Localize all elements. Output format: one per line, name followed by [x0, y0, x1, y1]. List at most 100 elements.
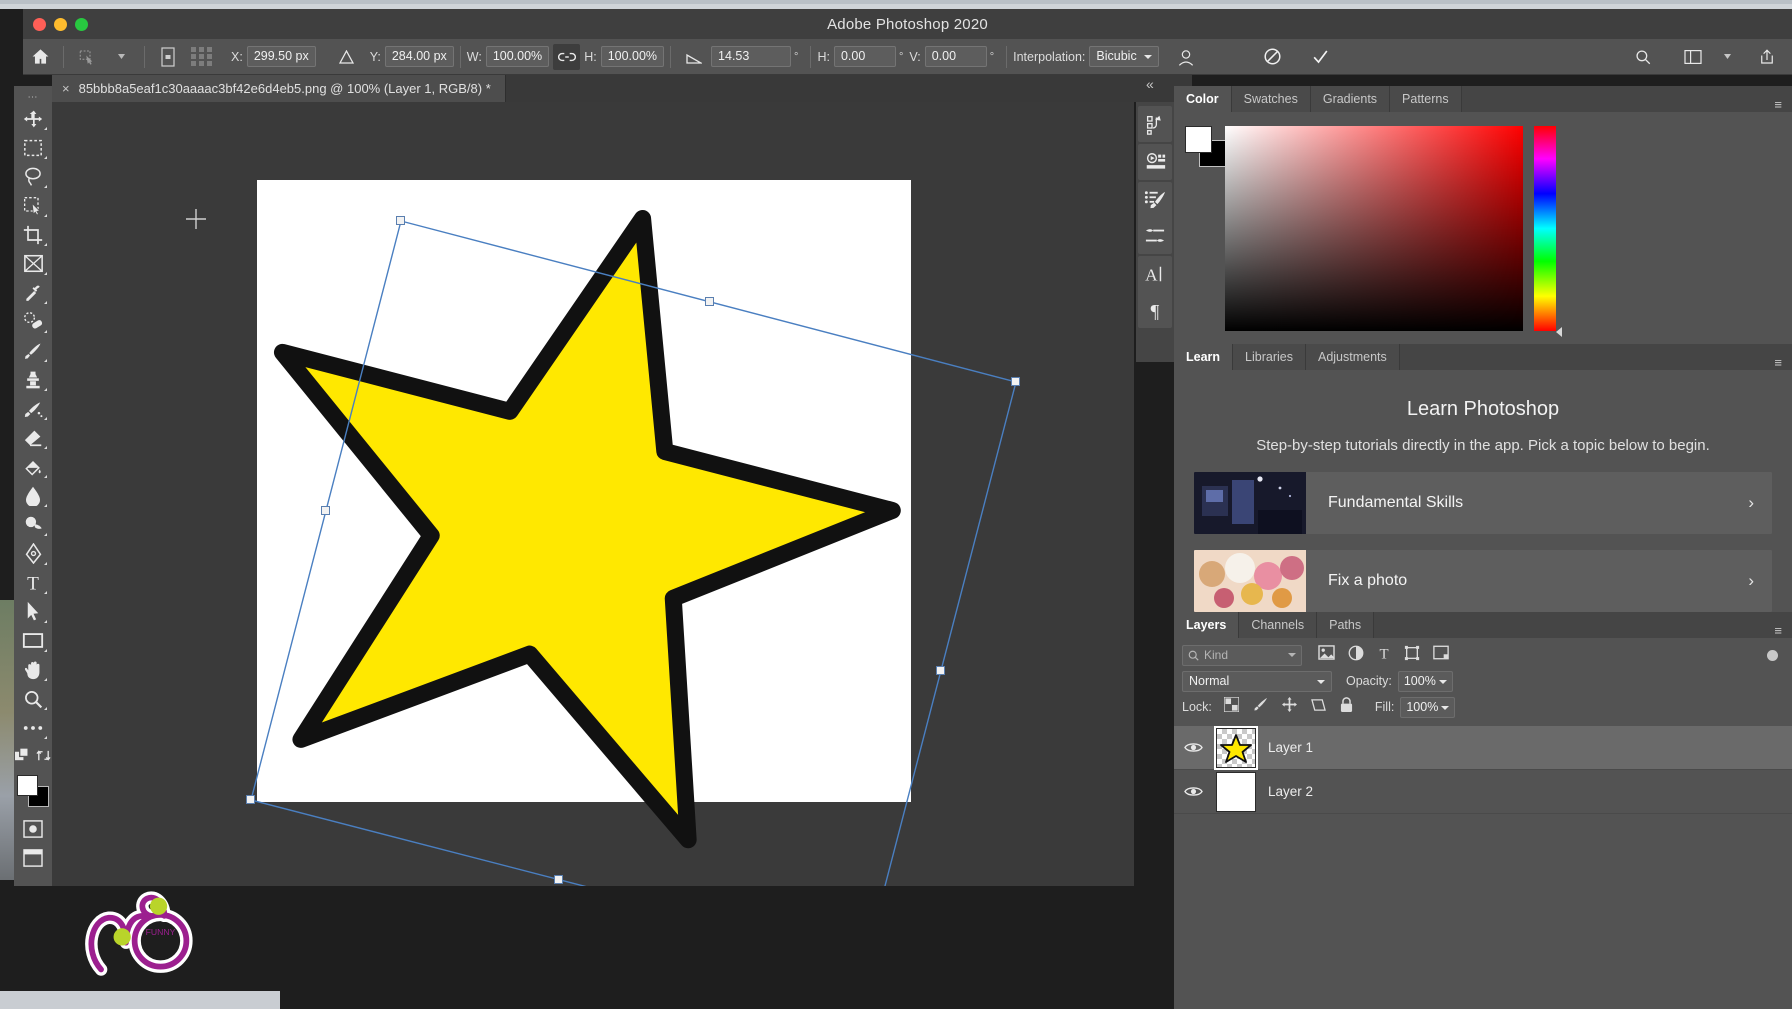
learn-card-fundamental-skills[interactable]: Fundamental Skills › — [1194, 472, 1772, 535]
tab-patterns[interactable]: Patterns — [1390, 86, 1462, 112]
filter-smart-object-icon[interactable] — [1433, 645, 1449, 665]
cancel-transform-icon[interactable] — [1255, 43, 1289, 71]
horizontal-type-tool[interactable]: T — [16, 568, 50, 597]
tab-adjustments[interactable]: Adjustments — [1305, 344, 1400, 370]
layer-name-layer-2[interactable]: Layer 2 — [1268, 784, 1313, 799]
filter-type-icon[interactable]: T — [1377, 645, 1391, 666]
reference-point-grid-icon[interactable] — [185, 43, 219, 71]
rectangle-tool[interactable] — [16, 626, 50, 655]
lock-transparent-pixels-icon[interactable] — [1223, 696, 1240, 717]
rectangular-marquee-tool[interactable] — [16, 133, 50, 162]
foreground-color-swatch[interactable] — [17, 775, 38, 796]
layers-panel-menu-icon[interactable]: ≡ — [1764, 623, 1792, 638]
chevron-right-icon-2[interactable]: › — [1748, 571, 1772, 591]
color-swatches[interactable] — [16, 774, 50, 808]
handle-bottom-center[interactable] — [554, 875, 563, 884]
blend-mode-select[interactable]: Normal — [1182, 670, 1332, 692]
warp-mode-icon[interactable] — [1169, 43, 1203, 71]
move-tool[interactable] — [16, 104, 50, 133]
document-tab[interactable]: × 85bbb8a5eaf1c30aaaac3bf42e6d4eb5.png @… — [52, 75, 506, 102]
tab-learn[interactable]: Learn — [1174, 344, 1234, 370]
quick-mask-icon[interactable] — [16, 814, 50, 843]
tab-color[interactable]: Color — [1174, 86, 1232, 112]
hand-tool[interactable] — [16, 655, 50, 684]
rail-character-icon[interactable]: A — [1138, 256, 1172, 292]
edit-toolbar-tool[interactable] — [16, 713, 50, 742]
layer-row-layer-2[interactable]: Layer 2 — [1174, 770, 1792, 814]
pen-tool[interactable] — [16, 539, 50, 568]
width-input[interactable]: 100.00% — [485, 46, 550, 67]
layer-name-layer-1[interactable]: Layer 1 — [1268, 740, 1313, 755]
dodge-tool[interactable] — [16, 510, 50, 539]
collapse-panels-icon[interactable]: « — [1146, 76, 1154, 92]
canvas-area[interactable] — [52, 102, 1134, 886]
rail-brushes-icon[interactable] — [1138, 218, 1172, 254]
layer-filter-kind-select[interactable]: Kind — [1182, 644, 1302, 666]
frame-tool[interactable] — [16, 249, 50, 278]
rail-paragraph-icon[interactable]: ¶ — [1138, 292, 1172, 328]
arrange-documents-icon[interactable] — [1676, 43, 1710, 71]
layer-filter-enable-toggle[interactable] — [1767, 649, 1778, 661]
tab-gradients[interactable]: Gradients — [1310, 86, 1391, 112]
color-picker-field[interactable] — [1225, 126, 1523, 331]
layer-thumbnail-layer-2[interactable] — [1216, 771, 1256, 812]
screen-mode-icon[interactable] — [16, 843, 50, 872]
handle-top-center[interactable] — [705, 297, 714, 306]
rotation-input[interactable]: 14.53 — [711, 46, 792, 67]
transform-tool-icon[interactable] — [70, 43, 104, 71]
chevron-down-icon[interactable] — [104, 43, 138, 71]
rail-brush-settings-icon[interactable] — [1138, 182, 1172, 218]
lock-image-pixels-icon[interactable] — [1253, 697, 1268, 717]
close-icon[interactable]: × — [62, 81, 70, 96]
search-icon[interactable] — [1626, 43, 1660, 71]
skew-vertical-input[interactable]: 0.00 — [924, 46, 987, 67]
handle-top-left[interactable] — [396, 216, 405, 225]
y-position-input[interactable]: 284.00 px — [384, 46, 454, 67]
link-chain-icon[interactable] — [553, 43, 581, 70]
filter-adjustment-icon[interactable] — [1348, 645, 1364, 666]
chevron-right-icon[interactable]: › — [1748, 493, 1772, 513]
history-brush-tool[interactable] — [16, 394, 50, 423]
tab-libraries[interactable]: Libraries — [1233, 344, 1306, 370]
swap-colors-icon[interactable] — [36, 748, 51, 768]
rail-history-icon[interactable] — [1138, 106, 1172, 142]
chevron-down-icon-2[interactable] — [1710, 43, 1744, 71]
tab-layers[interactable]: Layers — [1174, 612, 1240, 638]
skew-horizontal-input[interactable]: 0.00 — [833, 46, 896, 67]
eraser-tool[interactable] — [16, 423, 50, 452]
height-input[interactable]: 100.00% — [600, 46, 665, 67]
color-panel-swatches[interactable] — [1185, 126, 1226, 167]
spot-healing-brush-tool[interactable] — [16, 307, 50, 336]
learn-panel-menu-icon[interactable]: ≡ — [1764, 355, 1792, 370]
blur-tool[interactable] — [16, 481, 50, 510]
layer-row-layer-1[interactable]: Layer 1 — [1174, 725, 1792, 770]
lock-position-icon[interactable] — [1281, 697, 1297, 717]
learn-card-fix-a-photo[interactable]: Fix a photo › — [1194, 550, 1772, 613]
reference-point-icon[interactable] — [151, 43, 185, 71]
lasso-tool[interactable] — [16, 162, 50, 191]
color-panel-foreground-swatch[interactable] — [1185, 126, 1212, 153]
rail-actions-icon[interactable] — [1138, 144, 1172, 180]
layer-thumbnail-layer-1[interactable] — [1214, 725, 1258, 770]
zoom-tool[interactable] — [16, 684, 50, 713]
filter-pixel-icon[interactable] — [1318, 645, 1335, 665]
eyedropper-tool[interactable] — [16, 278, 50, 307]
layer-visibility-toggle-2[interactable] — [1182, 785, 1204, 798]
tab-swatches[interactable]: Swatches — [1231, 86, 1311, 112]
home-icon[interactable] — [23, 43, 57, 71]
commit-transform-icon[interactable] — [1303, 43, 1337, 71]
gradient-tool[interactable] — [16, 452, 50, 481]
brush-tool[interactable] — [16, 336, 50, 365]
hue-ramp-slider[interactable] — [1534, 126, 1562, 337]
handle-middle-left[interactable] — [321, 506, 330, 515]
layer-visibility-toggle[interactable] — [1182, 741, 1204, 754]
handle-middle-right[interactable] — [936, 666, 945, 675]
interpolation-select[interactable]: Bicubic — [1089, 46, 1160, 67]
opacity-input[interactable]: 100% — [1397, 670, 1453, 692]
color-panel-menu-icon[interactable]: ≡ — [1764, 97, 1792, 112]
crop-tool[interactable] — [16, 220, 50, 249]
clone-stamp-tool[interactable] — [16, 365, 50, 394]
handle-bottom-left[interactable] — [246, 795, 255, 804]
toolbar-grip[interactable]: ⋯ — [14, 90, 52, 104]
object-selection-tool[interactable] — [16, 191, 50, 220]
